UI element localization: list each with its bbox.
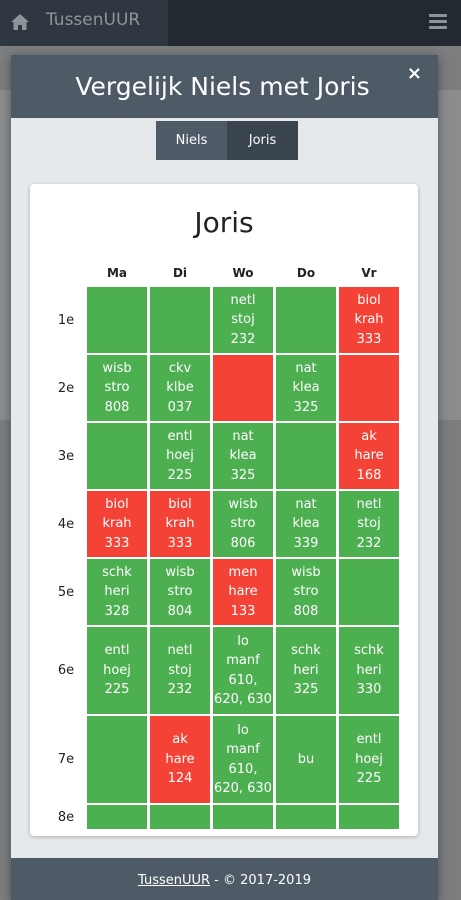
schedule-cell: nat klea 325 <box>213 423 273 489</box>
table-row: 8e <box>50 805 399 829</box>
schedule-cell <box>213 805 273 829</box>
home-icon[interactable] <box>10 12 30 32</box>
table-row: 6e entl hoej 225 netl stoj 232 lo manf 610,… <box>50 627 399 714</box>
schedule-cell: ak hare 124 <box>150 716 210 803</box>
schedule-cell <box>87 716 147 803</box>
schedule-cell: wisb stro 808 <box>87 355 147 421</box>
period-label: 4e <box>57 516 75 532</box>
schedule-cell <box>339 355 399 421</box>
schedule-cell: entl hoej 225 <box>150 423 210 489</box>
schedule-cell: schk heri 328 <box>87 559 147 625</box>
schedule-cell: nat klea 339 <box>276 491 336 557</box>
table-row: 3e entl hoej 225 nat klea 325 ak hare 168 <box>50 423 399 489</box>
schedule-cell: wisb stro 806 <box>213 491 273 557</box>
day-header: Vr <box>361 266 377 280</box>
schedule-cell: lo manf 610, 620, 630 <box>213 716 273 803</box>
day-header: Do <box>296 266 316 280</box>
schedule-cell: nat klea 325 <box>276 355 336 421</box>
schedule-cell: ckv klbe 037 <box>150 355 210 421</box>
table-row: 7e ak hare 124 lo manf 610, 620, 630 bu entl… <box>50 716 399 803</box>
schedule-cell <box>213 355 273 421</box>
table-row: 2e wisb stro 808 ckv klbe 037 nat klea 325 <box>50 355 399 421</box>
schedule-cell <box>87 423 147 489</box>
schedule-cell <box>339 559 399 625</box>
schedule-cell: biol krah 333 <box>339 287 399 353</box>
schedule-cell: netl stoj 232 <box>150 627 210 714</box>
schedule-cell: biol krah 333 <box>150 491 210 557</box>
period-label: 8e <box>57 809 75 825</box>
schedule-cell <box>276 287 336 353</box>
schedule-cell <box>276 423 336 489</box>
app-navbar: TussenUUR <box>0 0 461 46</box>
hamburger-menu-icon[interactable] <box>429 14 447 30</box>
compare-modal: Vergelijk Niels met Joris × Niels Joris … <box>11 55 438 900</box>
period-label: 7e <box>57 752 75 767</box>
schedule-cell: biol krah 333 <box>87 491 147 557</box>
modal-header: Vergelijk Niels met Joris × <box>11 55 438 118</box>
period-label: 3e <box>57 448 75 464</box>
schedule-cell: men hare 133 <box>213 559 273 625</box>
table-row: 1e netl stoj 232 biol krah 333 <box>50 287 399 353</box>
tab-joris[interactable]: Joris <box>227 121 298 160</box>
schedule-card: Joris Ma Di Wo Do Vr 1e netl stoj 232 biol… <box>30 184 418 836</box>
schedule-cell: schk heri 330 <box>339 627 399 714</box>
brand-block: TussenUUR <box>0 0 168 46</box>
period-label: 6e <box>57 663 75 678</box>
student-tabs: Niels Joris <box>156 121 298 160</box>
schedule-cell: lo manf 610, 620, 630 <box>213 627 273 714</box>
schedule-table: Ma Di Wo Do Vr 1e netl stoj 232 biol krah … <box>47 259 402 831</box>
day-header: Ma <box>106 266 128 280</box>
schedule-cell: netl stoj 232 <box>213 287 273 353</box>
modal-title: Vergelijk Niels met Joris <box>75 72 370 101</box>
schedule-cell <box>150 805 210 829</box>
period-label: 2e <box>57 380 75 396</box>
schedule-title: Joris <box>194 206 254 239</box>
day-header: Wo <box>232 266 254 280</box>
day-header: Di <box>172 266 188 280</box>
footer-brand-link[interactable]: TussenUUR <box>138 873 210 888</box>
table-row: 4e biol krah 333 biol krah 333 wisb stro 80… <box>50 491 399 557</box>
schedule-cell <box>87 287 147 353</box>
period-label: 5e <box>57 584 75 600</box>
day-header-row: Ma Di Wo Do Vr <box>50 261 399 285</box>
schedule-cell: entl hoej 225 <box>339 716 399 803</box>
close-icon[interactable]: × <box>407 63 422 84</box>
schedule-cell: schk heri 325 <box>276 627 336 714</box>
brand-name[interactable]: TussenUUR <box>46 10 140 30</box>
footer: TussenUUR - © 2017-2019 <box>11 858 438 900</box>
schedule-cell: netl stoj 232 <box>339 491 399 557</box>
schedule-cell <box>276 805 336 829</box>
schedule-cell: bu <box>276 716 336 803</box>
schedule-cell <box>339 805 399 829</box>
schedule-cell: entl hoej 225 <box>87 627 147 714</box>
schedule-cell: wisb stro 804 <box>150 559 210 625</box>
period-label: 1e <box>57 312 75 328</box>
schedule-cell <box>87 805 147 829</box>
schedule-body: 1e netl stoj 232 biol krah 333 2e wisb stro … <box>50 287 399 829</box>
table-row: 5e schk heri 328 wisb stro 804 men hare 133… <box>50 559 399 625</box>
footer-copyright: - © 2017-2019 <box>210 873 311 888</box>
schedule-cell <box>150 287 210 353</box>
schedule-cell: ak hare 168 <box>339 423 399 489</box>
corner-header <box>50 261 84 285</box>
tab-niels[interactable]: Niels <box>156 121 227 160</box>
schedule-cell: wisb stro 808 <box>276 559 336 625</box>
